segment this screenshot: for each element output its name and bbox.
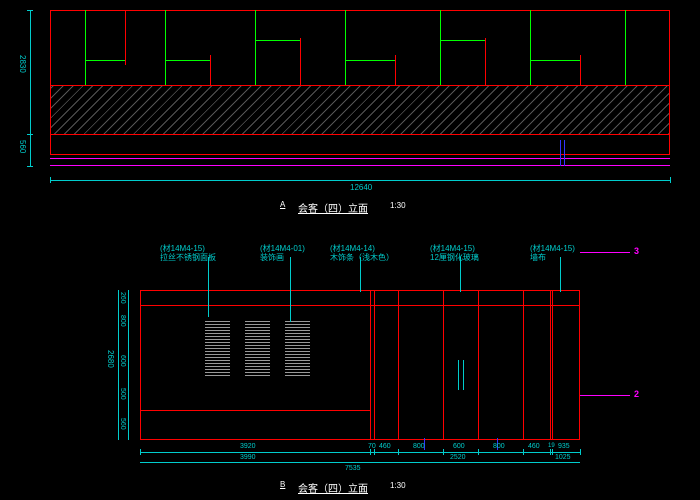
- lower-title-tag: B: [280, 480, 285, 489]
- upper-scale: 1:30: [390, 201, 406, 210]
- lower-title: 会客（四）立面: [298, 480, 368, 495]
- lower-side-main: 2680: [106, 350, 115, 368]
- leader-3-desc: 12厘钢化玻璃: [430, 252, 479, 263]
- cad-drawing: 2830 560 12640 A 会客（四）立面 1:30 2 3 (材14M4…: [0, 0, 700, 500]
- art-3: [285, 321, 310, 376]
- upper-width-dim: 12640: [350, 183, 372, 192]
- upper-side-dim-1: 2830: [18, 55, 27, 73]
- leader-1-desc: 装饰画: [260, 252, 284, 263]
- upper-title: 会客（四）立面: [298, 200, 368, 215]
- flag-2: 2: [634, 389, 639, 399]
- art-2: [245, 321, 270, 376]
- leader-4-desc: 墙布: [530, 252, 546, 263]
- flag-3: 3: [634, 246, 639, 256]
- upper-side-dim-2: 560: [18, 140, 27, 153]
- upper-hatch: [51, 86, 669, 134]
- leader-2-desc: 木饰条（浅木色）: [330, 252, 394, 263]
- art-1: [205, 321, 230, 376]
- upper-title-tag: A: [280, 200, 285, 209]
- lower-scale: 1:30: [390, 481, 406, 490]
- leader-0-desc: 拉丝不锈钢面板: [160, 252, 216, 263]
